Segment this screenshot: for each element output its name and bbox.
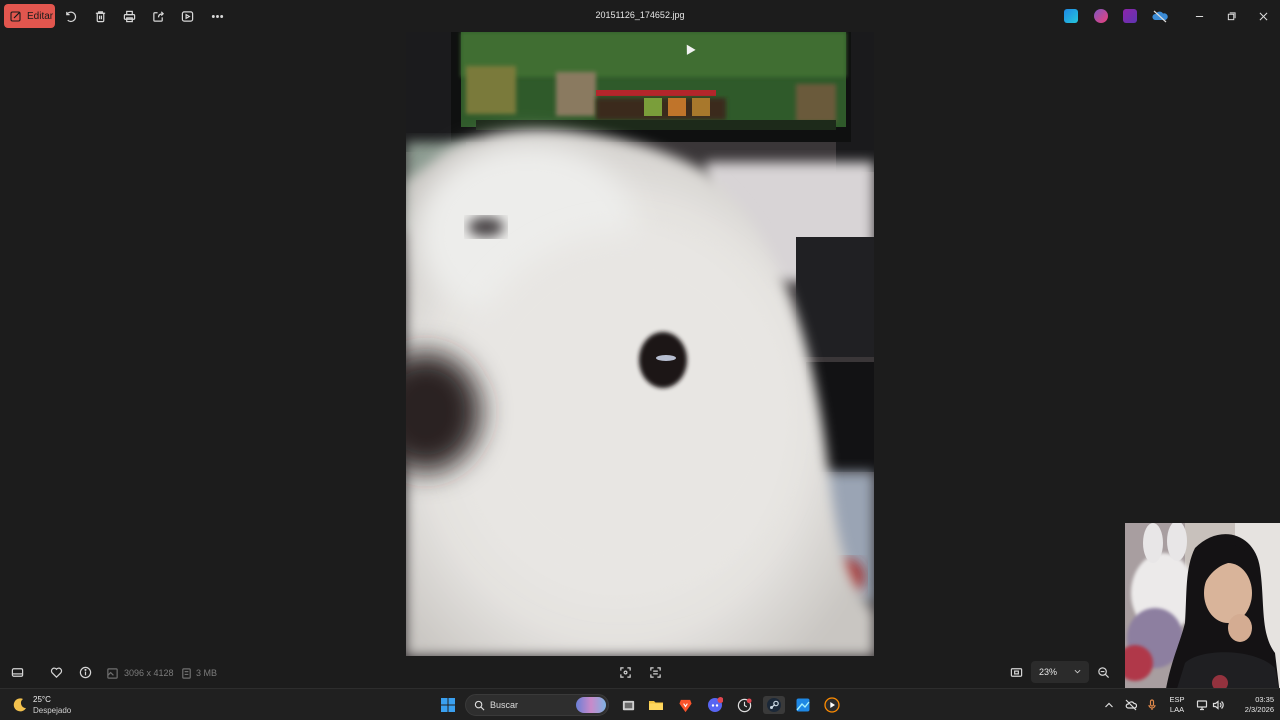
cloud-off-icon[interactable]	[1125, 698, 1138, 711]
network-icon[interactable]	[1196, 698, 1208, 711]
restore-button[interactable]	[1223, 8, 1239, 24]
photo-viewer-image[interactable]	[406, 32, 874, 656]
file-name: 20151126_174652.jpg	[595, 10, 685, 20]
app-icon-1[interactable]	[1064, 9, 1078, 23]
more-icon[interactable]	[209, 8, 225, 24]
dog-photo	[406, 32, 874, 656]
edit-button[interactable]: Editar	[4, 4, 55, 28]
zoom-level: 23%	[1039, 667, 1058, 677]
brave-icon[interactable]	[676, 696, 694, 714]
taskbar: 25°C Despejado Buscar ESP LAA 03:35 2/3/…	[0, 688, 1280, 720]
media-player-icon[interactable]	[823, 696, 841, 714]
task-view-icon[interactable]	[619, 696, 637, 714]
file-explorer-icon[interactable]	[647, 696, 665, 714]
chevron-down-icon	[1074, 669, 1081, 674]
discord-icon[interactable]	[706, 696, 724, 714]
info-icon[interactable]	[77, 664, 93, 680]
dimensions-icon	[104, 665, 120, 681]
moon-icon[interactable]	[12, 697, 28, 713]
minimize-button[interactable]	[1191, 8, 1207, 24]
taskbar-clock[interactable]: 03:35 2/3/2026	[1226, 695, 1274, 715]
microphone-icon[interactable]	[1146, 698, 1158, 710]
search-icon	[474, 700, 485, 711]
slideshow-icon[interactable]	[179, 8, 195, 24]
file-size: 3 MB	[196, 668, 218, 678]
input-language[interactable]: ESP LAA	[1165, 695, 1189, 715]
favorite-icon[interactable]	[48, 664, 64, 680]
app-icon-2[interactable]	[1094, 9, 1108, 23]
close-button[interactable]	[1255, 8, 1271, 24]
windows-start-icon[interactable]	[439, 696, 457, 714]
app-icon-3[interactable]	[1123, 9, 1137, 23]
clock-app-icon[interactable]	[735, 696, 753, 714]
filesize-icon	[178, 665, 194, 681]
webcam-overlay	[1125, 523, 1280, 695]
image-dimensions: 3096 x 4128	[124, 668, 174, 678]
weather-temperature[interactable]: 25°C	[33, 695, 51, 704]
photos-icon[interactable]	[794, 696, 812, 714]
edit-button-label: Editar	[27, 10, 54, 22]
taskbar-search[interactable]: Buscar	[465, 694, 609, 716]
tray-chevron-up-icon[interactable]	[1103, 698, 1115, 710]
language-code: ESP	[1169, 695, 1185, 704]
search-placeholder: Buscar	[490, 700, 519, 710]
zoom-out-icon[interactable]	[1095, 664, 1111, 680]
steam-icon[interactable]	[763, 696, 785, 714]
info-bar: 3096 x 4128 3 MB 23%	[0, 656, 1280, 688]
volume-icon[interactable]	[1212, 698, 1224, 710]
share-icon[interactable]	[150, 8, 166, 24]
print-icon[interactable]	[121, 8, 137, 24]
actual-size-icon[interactable]	[1008, 664, 1024, 680]
search-highlight-icon	[576, 697, 606, 713]
delete-icon[interactable]	[92, 8, 108, 24]
fit-to-window-icon[interactable]	[617, 664, 633, 680]
top-toolbar: Editar 20151126_174652.jpg	[0, 0, 1280, 32]
weather-condition[interactable]: Despejado	[33, 706, 71, 715]
webcam-feed	[1125, 523, 1280, 695]
clock-date: 2/3/2026	[1244, 705, 1274, 714]
edit-icon	[10, 11, 21, 22]
clock-time: 03:35	[1255, 695, 1274, 704]
zoom-level-select[interactable]: 23%	[1031, 661, 1089, 683]
keyboard-layout: LAA	[1169, 705, 1185, 714]
onedrive-icon[interactable]	[1152, 9, 1168, 23]
rotate-icon[interactable]	[62, 8, 78, 24]
filmstrip-icon[interactable]	[9, 664, 25, 680]
visual-search-icon[interactable]	[647, 664, 663, 680]
